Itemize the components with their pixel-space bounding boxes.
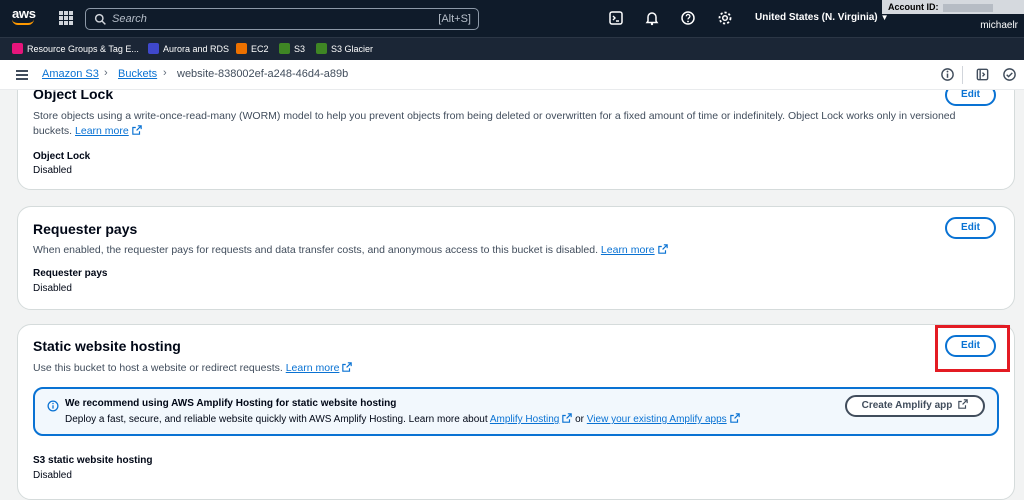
divider [962, 66, 963, 84]
external-link-icon [131, 125, 142, 135]
info-circle-icon [47, 400, 59, 412]
description-text: When enabled, the requester pays for req… [33, 244, 598, 256]
favorite-label: S3 Glacier [331, 43, 374, 54]
section-title: Object Lock [33, 90, 114, 102]
panel-toggle-icon[interactable] [975, 67, 990, 82]
external-link-icon [657, 244, 668, 254]
s3-glacier-icon [316, 43, 327, 54]
ec2-icon [236, 43, 247, 54]
amplify-apps-link[interactable]: View your existing Amplify apps [587, 414, 727, 425]
button-label: Create Amplify app [861, 400, 953, 411]
chevron-right-icon: › [163, 67, 167, 79]
highlight-box [935, 325, 1010, 372]
section-description: Use this bucket to host a website or red… [33, 361, 353, 376]
external-link-icon [729, 413, 740, 423]
aurora-rds-icon [148, 43, 159, 54]
learn-more-link[interactable]: Learn more [601, 244, 655, 256]
search-shortcut: [Alt+S] [438, 13, 471, 25]
menu-hamburger-icon[interactable] [16, 70, 28, 80]
description-text: Store objects using a write-once-read-ma… [33, 110, 956, 122]
create-amplify-app-button[interactable]: Create Amplify app [845, 395, 985, 417]
account-id-label: Account ID: [888, 2, 939, 12]
alert-title: We recommend using AWS Amplify Hosting f… [65, 398, 397, 409]
favorite-resource-groups[interactable]: Resource Groups & Tag E... [12, 43, 139, 54]
field-value: Disabled [33, 470, 72, 481]
search-input[interactable]: Search [Alt+S] [85, 8, 479, 30]
region-label: United States (N. Virginia) [755, 12, 878, 23]
learn-more-link[interactable]: Learn more [286, 362, 340, 374]
external-link-icon [342, 362, 353, 372]
main-content: Object Lock Edit Store objects using a w… [0, 90, 1024, 500]
favorite-label: Aurora and RDS [163, 43, 230, 54]
services-grid-icon[interactable] [59, 11, 73, 25]
account-id-redacted [942, 3, 993, 12]
caret-down-icon: ▼ [880, 13, 889, 22]
amplify-hosting-link[interactable]: Amplify Hosting [490, 414, 559, 425]
description-text-2: buckets. [33, 125, 73, 137]
field-value: Disabled [33, 165, 72, 176]
section-title: Requester pays [33, 221, 138, 237]
amplify-info-alert: We recommend using AWS Amplify Hosting f… [33, 387, 999, 436]
learn-more-link[interactable]: Learn more [75, 125, 129, 137]
requester-pays-card: Requester pays Edit When enabled, the re… [17, 206, 1015, 310]
field-label: Requester pays [33, 268, 108, 279]
help-icon[interactable] [680, 10, 696, 26]
alert-body: Deploy a fast, secure, and reliable webs… [65, 414, 488, 425]
favorite-label: S3 [294, 43, 306, 54]
notifications-bell-icon[interactable] [644, 10, 660, 26]
external-link-icon [562, 413, 573, 423]
search-icon [94, 13, 106, 25]
favorite-label: Resource Groups & Tag E... [27, 43, 139, 54]
top-navigation: aws Search [Alt+S] United States (N. Vir… [0, 0, 1024, 37]
section-description: When enabled, the requester pays for req… [33, 243, 668, 258]
search-placeholder: Search [112, 13, 147, 25]
section-title: Static website hosting [33, 338, 181, 354]
aws-logo-text: aws [12, 6, 36, 21]
static-website-hosting-card: Static website hosting Edit Use this buc… [17, 324, 1015, 500]
favorite-ec2[interactable]: EC2 [236, 43, 269, 54]
breadcrumb-current-bucket: website-838002ef-a248-46d4-a89b [177, 68, 349, 80]
favorite-s3-glacier[interactable]: S3 Glacier [316, 43, 373, 54]
object-lock-edit-button[interactable]: Edit [945, 90, 996, 106]
object-lock-card: Object Lock Edit Store objects using a w… [17, 90, 1015, 190]
favorite-aurora-rds[interactable]: Aurora and RDS [148, 43, 229, 54]
favorites-bar: Resource Groups & Tag E... Aurora and RD… [0, 37, 1024, 60]
field-label: S3 static website hosting [33, 455, 153, 466]
requester-pays-edit-button[interactable]: Edit [945, 217, 996, 239]
settings-gear-icon[interactable] [717, 10, 733, 26]
cloudshell-icon[interactable] [608, 10, 624, 26]
resource-groups-icon [12, 43, 23, 54]
region-selector[interactable]: United States (N. Virginia) ▼ [755, 12, 889, 23]
or-text: or [575, 414, 585, 425]
breadcrumb-amazon-s3[interactable]: Amazon S3 [42, 68, 99, 80]
breadcrumb-buckets[interactable]: Buckets [118, 68, 157, 80]
chevron-right-icon: › [104, 67, 108, 79]
section-description: Store objects using a write-once-read-ma… [33, 109, 983, 139]
description-text: Use this bucket to host a website or red… [33, 362, 283, 374]
s3-icon [279, 43, 290, 54]
external-link-icon [958, 399, 969, 409]
info-icon[interactable] [940, 67, 955, 82]
field-value: Disabled [33, 283, 72, 294]
favorite-s3[interactable]: S3 [279, 43, 305, 54]
field-label: Object Lock [33, 151, 91, 162]
username-menu[interactable]: michaelr [980, 20, 1018, 31]
favorite-label: EC2 [251, 43, 269, 54]
alert-text: Deploy a fast, secure, and reliable webs… [65, 413, 740, 425]
aws-logo[interactable]: aws [12, 7, 38, 31]
breadcrumb-bar: Amazon S3 › Buckets › website-838002ef-a… [0, 60, 1024, 90]
account-id-badge[interactable]: Account ID: [882, 0, 1024, 14]
settings-badge-icon[interactable] [1002, 67, 1017, 82]
